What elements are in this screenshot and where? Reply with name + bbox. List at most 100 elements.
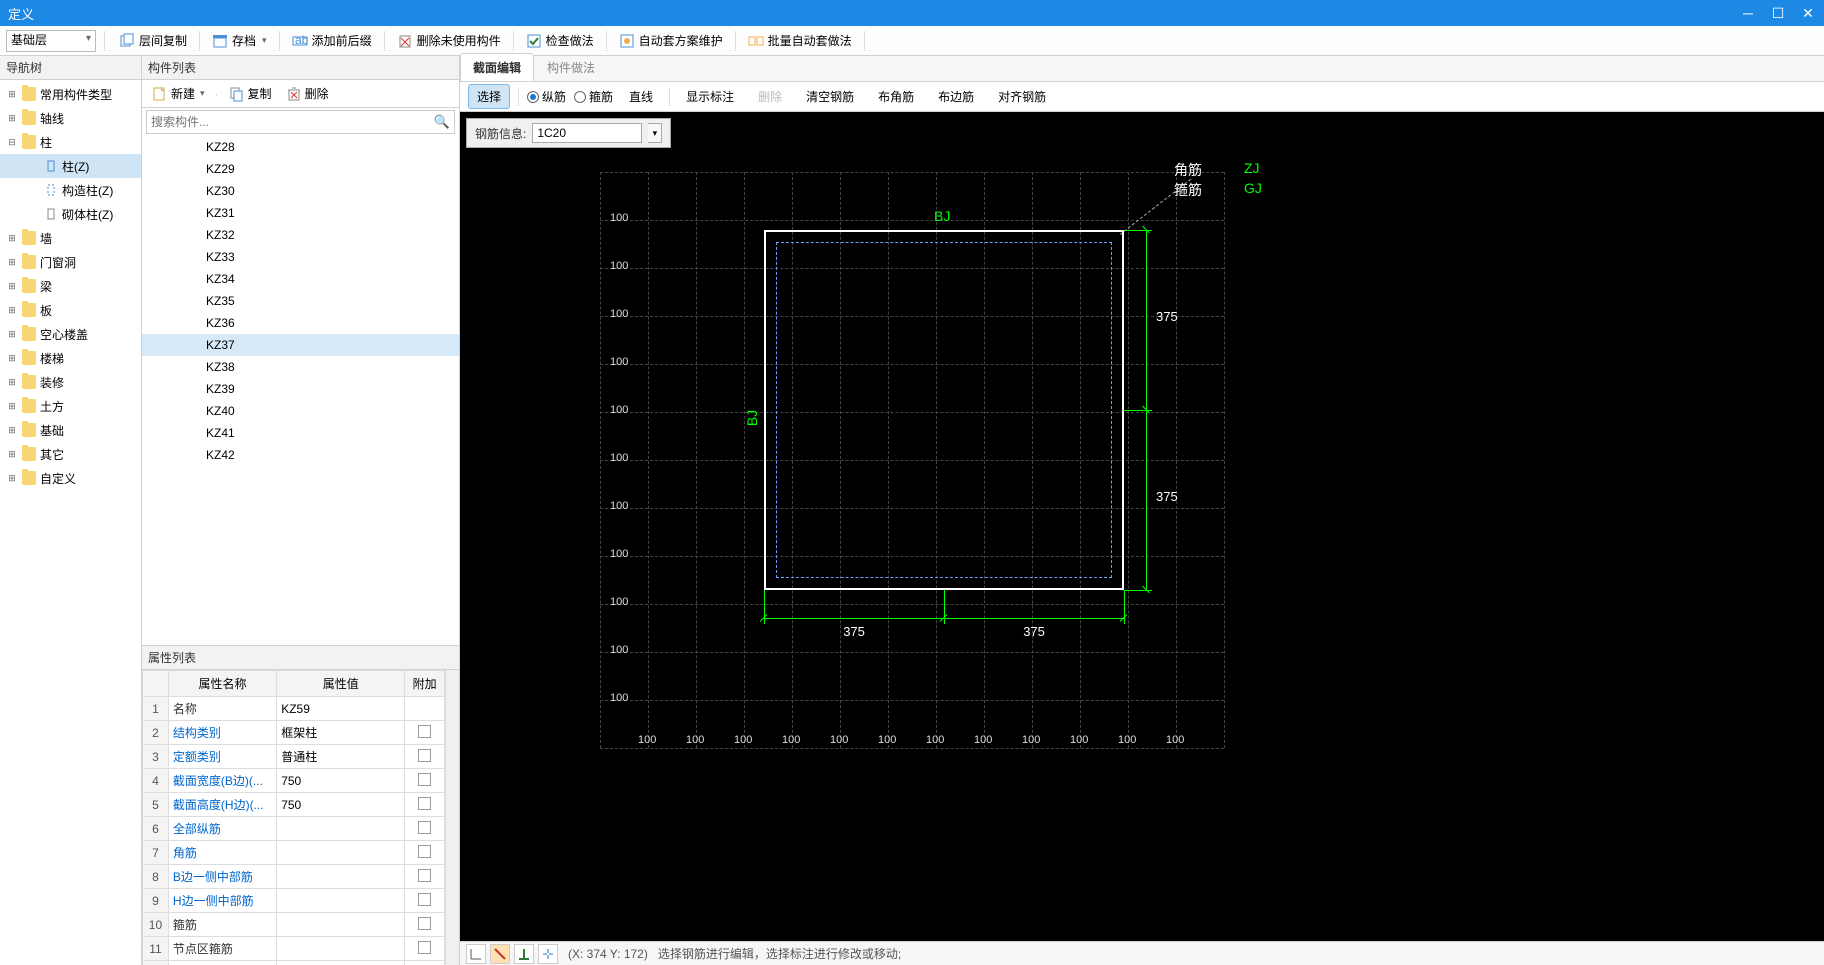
delete-button[interactable]: 删除 [282,83,333,104]
nav-item[interactable]: ⊞轴线 [0,106,141,130]
prop-row[interactable]: 5截面高度(H边)(...750 [143,793,445,817]
prop-extra[interactable] [405,913,445,937]
expand-icon[interactable]: ⊞ [6,448,18,460]
stirrup-outline[interactable] [776,242,1112,578]
show-anno[interactable]: 显示标注 [678,85,742,108]
sb-perp-icon[interactable] [514,944,534,964]
nav-item[interactable]: ⊞常用构件类型 [0,82,141,106]
toolbar-suffix[interactable]: ab添加前后缀 [286,29,378,53]
expand-icon[interactable]: ⊞ [6,328,18,340]
prop-value[interactable]: 750 [277,793,405,817]
prop-row[interactable]: 7角筋 [143,841,445,865]
expand-icon[interactable]: ⊞ [6,376,18,388]
tab-method[interactable]: 构件做法 [534,53,608,81]
dim-label[interactable]: 375 [1156,309,1178,324]
radio-zongrebar[interactable]: 纵筋 [527,88,566,105]
prop-extra[interactable] [405,865,445,889]
bj-label[interactable]: BJ [934,208,950,224]
prop-value[interactable]: 4*4 [277,961,405,965]
prop-value[interactable]: 框架柱 [277,721,405,745]
expand-icon[interactable]: ⊞ [6,424,18,436]
expand-icon[interactable]: ⊞ [6,400,18,412]
prop-extra[interactable] [405,961,445,965]
component-item[interactable]: KZ40 [142,400,459,422]
prop-extra[interactable] [405,721,445,745]
maximize-button[interactable]: ☐ [1770,5,1786,21]
prop-value[interactable] [277,937,405,961]
toolbar-delete-unused[interactable]: 删除未使用构件 [391,29,507,53]
prop-extra[interactable] [405,817,445,841]
nav-item[interactable]: ⊞土方 [0,394,141,418]
nav-item[interactable]: 柱(Z) [0,154,141,178]
dim-label[interactable]: 375 [1156,489,1178,504]
component-item[interactable]: KZ30 [142,180,459,202]
toolbar-check[interactable]: 检查做法 [520,29,600,53]
expand-icon[interactable]: ⊞ [6,232,18,244]
prop-value[interactable] [277,889,405,913]
nav-item[interactable]: ⊞梁 [0,274,141,298]
gj-label[interactable]: GJ [1244,180,1262,196]
dim-label[interactable]: 375 [1023,624,1045,639]
expand-icon[interactable]: ⊞ [6,304,18,316]
side-rebar[interactable]: 布边筋 [930,85,982,108]
zj-label[interactable]: ZJ [1244,160,1260,176]
component-item[interactable]: KZ39 [142,378,459,400]
prop-row[interactable]: 8B边一侧中部筋 [143,865,445,889]
copy-button[interactable]: 复制 [225,83,276,104]
toolbar-archive[interactable]: 存档▾ [206,29,273,53]
toolbar-copy-layers[interactable]: 层间复制 [113,29,193,53]
prop-value[interactable]: KZ59 [277,697,405,721]
prop-value[interactable]: 750 [277,769,405,793]
level-select[interactable]: 基础层 [6,30,96,52]
prop-row[interactable]: 12箍筋肢数4*4 [143,961,445,965]
prop-row[interactable]: 9H边一侧中部筋 [143,889,445,913]
expand-icon[interactable]: ⊟ [6,136,18,148]
sb-axis-icon[interactable] [466,944,486,964]
component-item[interactable]: KZ35 [142,290,459,312]
prop-value[interactable] [277,865,405,889]
toolbar-batch[interactable]: 批量自动套做法 [742,29,858,53]
sb-ortho-icon[interactable] [490,944,510,964]
select-tool[interactable]: 选择 [468,84,510,109]
component-item[interactable]: KZ41 [142,422,459,444]
nav-item[interactable]: ⊞自定义 [0,466,141,490]
search-box[interactable]: 🔍 [146,110,455,134]
nav-item[interactable]: ⊞门窗洞 [0,250,141,274]
prop-row[interactable]: 11节点区箍筋 [143,937,445,961]
radio-gurebar[interactable]: 箍筋 [574,88,613,105]
close-button[interactable]: ✕ [1800,5,1816,21]
prop-value[interactable] [277,841,405,865]
nav-item[interactable]: ⊞空心楼盖 [0,322,141,346]
prop-value[interactable] [277,817,405,841]
minimize-button[interactable]: ─ [1740,5,1756,21]
nav-item[interactable]: ⊞其它 [0,442,141,466]
prop-row[interactable]: 2结构类别框架柱 [143,721,445,745]
nav-item[interactable]: ⊞楼梯 [0,346,141,370]
prop-row[interactable]: 6全部纵筋 [143,817,445,841]
nav-item[interactable]: 构造柱(Z) [0,178,141,202]
component-item[interactable]: KZ36 [142,312,459,334]
component-item[interactable]: KZ37 [142,334,459,356]
component-item[interactable]: KZ28 [142,136,459,158]
expand-icon[interactable]: ⊞ [6,88,18,100]
component-item[interactable]: KZ33 [142,246,459,268]
corner-rebar-label[interactable]: 角筋 [1174,160,1202,180]
tab-section-edit[interactable]: 截面编辑 [460,53,534,81]
section-canvas[interactable]: 钢筋信息: ▾ 10010010010010010010010010010010… [460,112,1824,941]
nav-item[interactable]: ⊞装修 [0,370,141,394]
prop-value[interactable] [277,913,405,937]
nav-item[interactable]: ⊟柱 [0,130,141,154]
prop-extra[interactable] [405,841,445,865]
component-item[interactable]: KZ31 [142,202,459,224]
nav-item[interactable]: ⊞墙 [0,226,141,250]
stirrup-label[interactable]: 箍筋 [1174,180,1202,200]
component-item[interactable]: KZ42 [142,444,459,466]
prop-value[interactable]: 普通柱 [277,745,405,769]
nav-item[interactable]: ⊞基础 [0,418,141,442]
dim-label[interactable]: 375 [843,624,865,639]
search-icon[interactable]: 🔍 [434,114,450,130]
rebar-info-input[interactable] [532,123,642,143]
expand-icon[interactable]: ⊞ [6,472,18,484]
align-rebar[interactable]: 对齐钢筋 [990,85,1054,108]
prop-row[interactable]: 10箍筋 [143,913,445,937]
